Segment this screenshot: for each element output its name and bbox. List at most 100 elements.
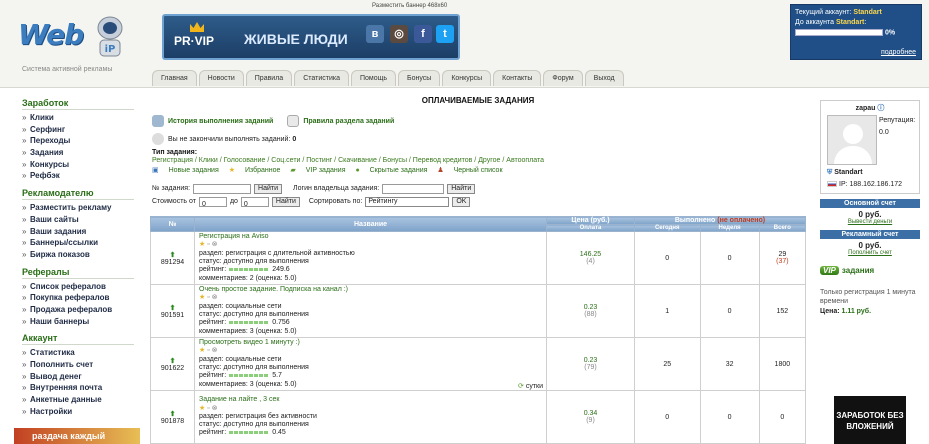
nav-rules[interactable]: Правила [245, 70, 293, 86]
table-row[interactable]: ⬆ 901878 Задание на лайте , 3 сек ★ ▫ ⊗ р… [150, 390, 807, 444]
nav-help[interactable]: Помощь [350, 70, 397, 86]
sidebar-item-top-up[interactable]: Пополнить счет [22, 359, 134, 371]
sidebar-item-exchange[interactable]: Биржа показов [22, 249, 134, 261]
sidebar-item-contests[interactable]: Конкурсы [22, 159, 134, 171]
sidebar-item-refback[interactable]: Рефбэк [22, 170, 134, 182]
sidebar-item-sell-referrals[interactable]: Продажа рефералов [22, 304, 134, 316]
cost-from-input[interactable]: 0 [198, 196, 227, 208]
task-comments[interactable]: комментариев: 3 (оценка: 5.0) [199, 328, 546, 336]
favorites-star-icon: ★ [228, 167, 235, 174]
task-rating: 0.45 [272, 429, 286, 437]
account-progress-bar [795, 29, 883, 36]
history-link[interactable]: История выполнения заданий [168, 118, 273, 125]
sidebar-ad-banner[interactable]: раздача каждый [14, 428, 140, 444]
sidebar-item-your-sites[interactable]: Ваши сайты [22, 214, 134, 226]
done-today: 1 [634, 284, 701, 338]
twitter-icon: t [436, 25, 454, 43]
vip-task-note[interactable]: Только регистрация 1 минута времени [820, 288, 920, 306]
rules-link[interactable]: Правила раздела заданий [303, 118, 394, 125]
task-type-links[interactable]: Регистрация / Клики / Голосование / Соц.… [152, 157, 808, 164]
nav-contacts[interactable]: Контакты [493, 70, 542, 86]
done-week: 0 [699, 284, 760, 338]
sidebar-item-transitions[interactable]: Переходы [22, 135, 134, 147]
sidebar-item-mail[interactable]: Внутренняя почта [22, 382, 134, 394]
task-title[interactable]: Очень простое задание. Подписка на канал… [199, 286, 546, 294]
table-row[interactable]: ⬆ 901591 Очень простое задание. Подписка … [150, 284, 807, 338]
table-row[interactable]: ⬆ 901622 Просмотреть видео 1 минуту :) ★ … [150, 337, 807, 391]
nav-logout[interactable]: Выход [584, 70, 624, 86]
task-comments[interactable]: комментариев: 2 (оценка: 5.0) [199, 275, 546, 283]
task-title[interactable]: Задание на лайте , 3 сек [199, 396, 546, 404]
find-task-button[interactable]: Найти [254, 183, 283, 194]
info-icon[interactable]: ⓘ [877, 105, 884, 112]
nav-stats[interactable]: Статистика [294, 70, 349, 86]
star-icon[interactable]: ★ [199, 405, 205, 412]
sidebar-item-referral-list[interactable]: Список рефералов [22, 281, 134, 293]
sidebar-item-your-tasks[interactable]: Ваши задания [22, 226, 134, 238]
nav-home[interactable]: Главная [152, 70, 197, 86]
nav-news[interactable]: Новости [198, 70, 244, 86]
main-balance-heading: Основной счет [820, 199, 920, 208]
sidebar-item-settings[interactable]: Настройки [22, 406, 134, 418]
cost-to-label: до [229, 198, 238, 205]
find-owner-button[interactable]: Найти [447, 183, 476, 194]
username[interactable]: zapau [856, 105, 876, 112]
right-ad-banner[interactable]: ЗАРАБОТОК БЕЗ ВЛОЖЕНИЙ [834, 396, 906, 444]
star-icon[interactable]: ★ [199, 347, 205, 354]
sidebar-item-banners[interactable]: Баннеры/ссылки [22, 237, 134, 249]
sort-ok-button[interactable]: OK [452, 196, 471, 207]
owner-login-input[interactable] [382, 183, 445, 194]
star-icon[interactable]: ★ [199, 241, 205, 248]
sidebar-item-profile[interactable]: Анкетные данные [22, 394, 134, 406]
site-logo[interactable]: Web iP Система активной рекламы [12, 14, 132, 76]
sidebar-item-place-ad[interactable]: Разместить рекламу [22, 202, 134, 214]
vip-tasks-header[interactable]: VIP задания [820, 266, 920, 282]
task-types-label: Тип задания: [152, 149, 198, 156]
banner-slogan: ЖИВЫЕ ЛЮДИ [244, 31, 348, 47]
user-card: zapau ⓘ Репутация: 0.0 ⛨ Standart IP: 188… [820, 100, 920, 194]
filter-vip[interactable]: VIP задания [306, 167, 346, 174]
account-more-link[interactable]: подробнее [881, 49, 916, 56]
filter-hidden[interactable]: Скрытые задания [370, 167, 428, 174]
task-title[interactable]: Регистрация на Aviso [199, 233, 546, 241]
arrow-up-icon: ⬆ [169, 304, 176, 312]
banner-hint[interactable]: Разместить баннер 468x60 [372, 3, 447, 9]
withdraw-link[interactable]: Вывести деньги [820, 219, 920, 225]
filter-new-tasks[interactable]: Новые задания [169, 167, 219, 174]
top-banner[interactable]: PR·VIP ЖИВЫЕ ЛЮДИ в ◎ f t [162, 14, 460, 60]
rating-label: рейтинг: [199, 372, 227, 380]
task-price: 0.23 [583, 357, 598, 364]
task-count: (88) [584, 311, 597, 318]
sidebar-item-surfing[interactable]: Серфинг [22, 124, 134, 136]
task-comments[interactable]: комментариев: 3 (оценка: 5.0) [199, 381, 546, 389]
logo-ip-text: iP [105, 44, 116, 55]
table-row[interactable]: ⬆ 891294 Регистрация на Aviso ★ ▫ ⊗ разде… [150, 231, 807, 285]
avatar[interactable] [827, 115, 877, 165]
nav-contests[interactable]: Конкурсы [442, 70, 492, 86]
sidebar-item-tasks[interactable]: Задания [22, 147, 134, 159]
sidebar-item-statistics[interactable]: Статистика [22, 347, 134, 359]
rating-bar [229, 267, 270, 271]
task-section: раздел: регистрация без активности [199, 412, 317, 420]
filter-favorites[interactable]: Избранное [245, 167, 280, 174]
task-title[interactable]: Просмотреть видео 1 минуту :) [199, 339, 546, 347]
sidebar-item-clicks[interactable]: Клики [22, 112, 134, 124]
ip-label: IP: [839, 181, 848, 188]
col-today: Сегодня [634, 224, 701, 232]
task-count: (9) [586, 417, 595, 424]
star-icon[interactable]: ★ [199, 294, 205, 301]
nav-forum[interactable]: Форум [543, 70, 583, 86]
next-account-label: До аккаунта [795, 19, 835, 26]
filter-blacklist[interactable]: Черный список [454, 167, 503, 174]
task-number-input[interactable] [193, 183, 252, 194]
logo-text: Web [18, 18, 84, 51]
top-up-link[interactable]: Пополнить счет [820, 250, 920, 256]
shield-icon: ⛨ [827, 169, 833, 176]
sort-select[interactable]: Рейтингу [365, 196, 450, 207]
nav-bonuses[interactable]: Бонусы [398, 70, 441, 86]
sidebar-item-our-banners[interactable]: Наши баннеры [22, 316, 134, 328]
find-cost-button[interactable]: Найти [271, 196, 300, 207]
sidebar-item-withdraw[interactable]: Вывод денег [22, 371, 134, 383]
sidebar-item-buy-referrals[interactable]: Покупка рефералов [22, 292, 134, 304]
cost-to-input[interactable]: 0 [240, 196, 269, 208]
